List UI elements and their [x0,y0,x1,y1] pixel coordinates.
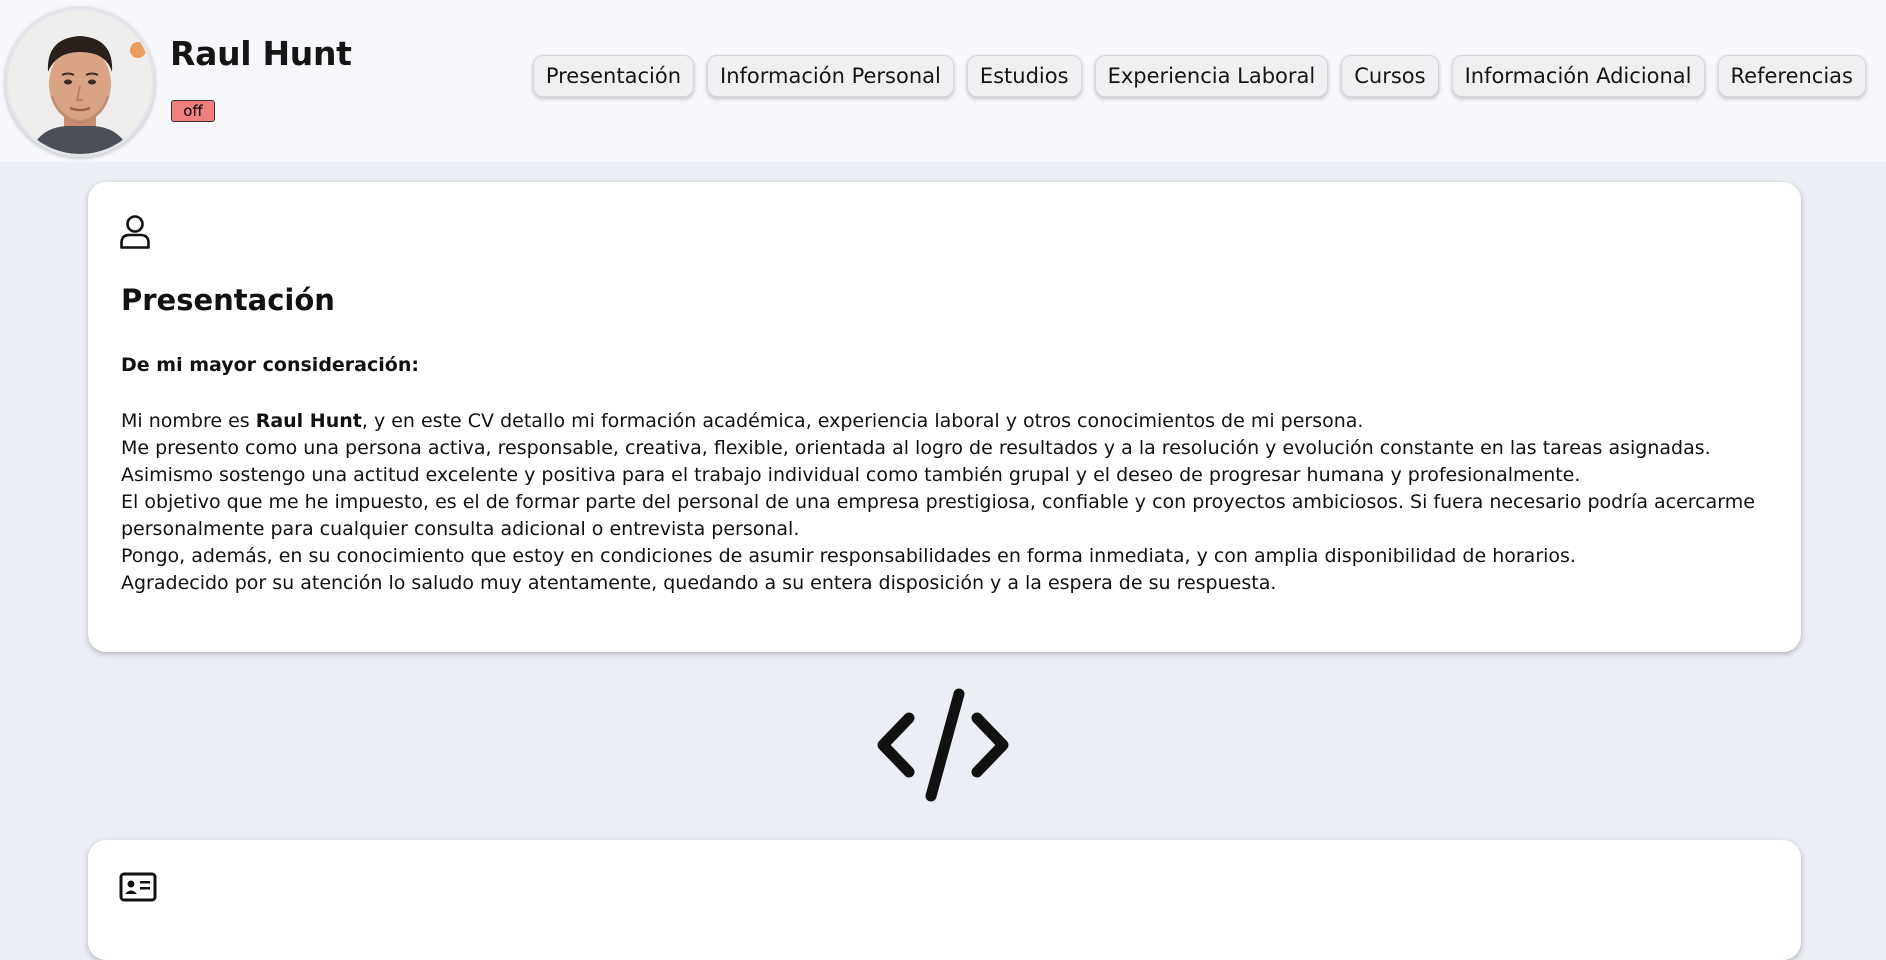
id-card-icon [119,872,157,906]
nav-cursos-button[interactable]: Cursos [1341,55,1439,97]
main-nav: Presentación Información Personal Estudi… [532,55,1866,97]
intro-name: Raul Hunt [255,410,362,432]
nav-estudios-button[interactable]: Estudios [966,55,1082,97]
section-title: Presentación [121,283,335,317]
nav-referencias-button[interactable]: Referencias [1717,55,1866,97]
paragraph-5: Agradecido por su atención lo saludo muy… [121,572,1277,594]
presentation-card: Presentación De mi mayor consideración: … [88,182,1801,652]
nav-informacion-adicional-button[interactable]: Información Adicional [1451,55,1705,97]
status-badge: off [171,100,215,122]
paragraph-2: Me presento como una persona activa, res… [121,437,1711,486]
avatar [5,7,155,157]
user-icon [119,214,151,254]
intro-paragraph: Mi nombre es Raul Hunt, y en este CV det… [121,410,1364,432]
greeting-text: De mi mayor consideración: [121,354,419,376]
personal-info-card [88,840,1801,960]
header: Raul Hunt off Presentación Información P… [0,0,1886,162]
nav-experiencia-laboral-button[interactable]: Experiencia Laboral [1094,55,1329,97]
paragraph-3: El objetivo que me he impuesto, es el de… [121,491,1755,540]
paragraph-4: Pongo, además, en su conocimiento que es… [121,545,1576,567]
nav-informacion-personal-button[interactable]: Información Personal [707,55,954,97]
profile-name: Raul Hunt [170,34,352,73]
nav-presentacion-button[interactable]: Presentación [532,55,695,97]
presentation-body: Mi nombre es Raul Hunt, y en este CV det… [121,408,1761,597]
code-icon [873,688,1013,806]
